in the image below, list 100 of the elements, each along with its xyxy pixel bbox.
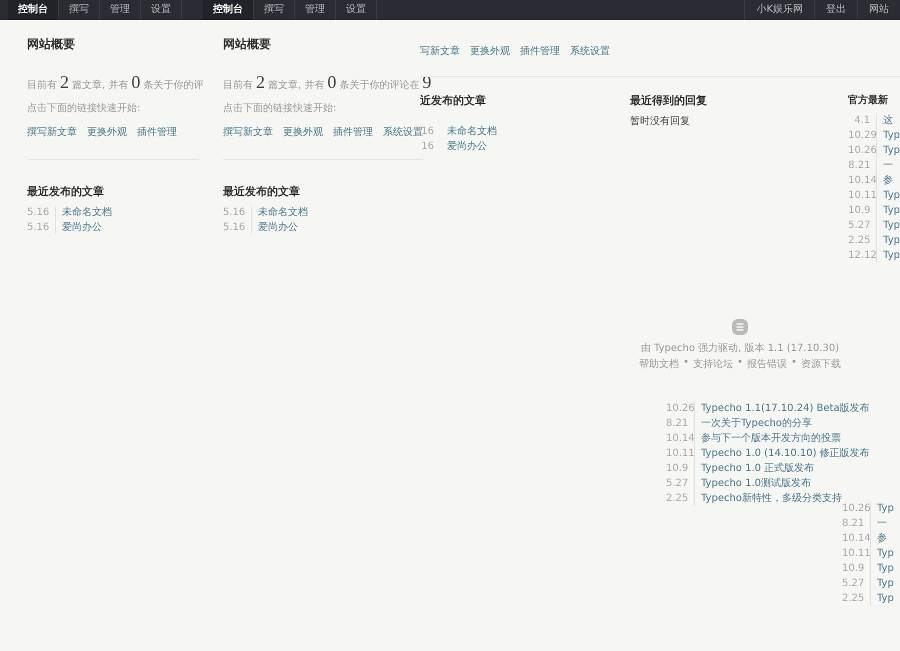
news-date: 10.9 [848,203,878,218]
footer-link[interactable]: 报告错误 [746,357,787,371]
news-date: 12.12 [848,248,878,263]
section-title: 最近发布的文章 [27,184,105,199]
quick-link[interactable]: 写新文章 [420,44,460,58]
news-date: 10.14 [848,173,878,188]
section-title: 最近得到的回复 [630,93,708,108]
news-link[interactable]: Typecho 1.0 (14.10.10) 修正版发布 [701,446,870,461]
nav-tab[interactable]: 控制台 [203,0,254,20]
quick-link[interactable]: 系统设置 [570,44,610,58]
news-link[interactable]: Typ [883,248,900,263]
nav-tab[interactable]: 设置 [141,0,182,20]
quick-link[interactable]: 更换外观 [283,125,323,139]
news-link[interactable]: Typ [883,128,900,143]
post-date: 5.16 [27,205,56,220]
post-link[interactable]: 未命名文档 [447,124,497,139]
news-date: 10.29 [848,128,878,143]
section-title: 网站概要 [223,36,272,53]
news-link[interactable]: 一 [877,516,887,531]
user-link[interactable]: 登出 [814,0,857,20]
news-date: 10.26 [666,401,695,416]
post-link[interactable]: 爱尚办公 [447,139,487,154]
news-link[interactable]: Typ [877,561,894,576]
section-title: 近发布的文章 [420,93,487,108]
quick-link[interactable]: 系统设置 [383,125,423,139]
news-link[interactable]: Typecho 1.1(17.10.24) Beta版发布 [701,401,870,416]
news-date: 8.21 [842,516,871,531]
news-date: 2.25 [842,591,871,606]
powered-by-text: 由 Typecho 强力驱动, 版本 1.1 (17.10.30) [640,342,840,355]
footer-link[interactable]: 帮助文档 [639,357,680,371]
quick-link[interactable]: 插件管理 [137,125,177,139]
news-link[interactable]: 参 [877,531,887,546]
news-link[interactable]: Typ [883,203,900,218]
news-link[interactable]: Typecho 1.0 正式版发布 [701,461,814,476]
news-date: 10.11 [666,446,695,461]
quick-link[interactable]: 更换外观 [470,44,510,58]
news-link[interactable]: 这 [883,113,894,128]
quick-link[interactable]: 撰写新文章 [223,125,273,139]
news-date: 5.27 [666,476,695,491]
quick-link[interactable]: 插件管理 [333,125,373,139]
hint-text: 点击下面的链接快速开始: [223,102,338,115]
post-date: 5.16 [27,220,56,235]
news-date: 10.14 [666,431,695,446]
section-title: 网站概要 [27,36,76,53]
hint-text: 点击下面的链接快速开始: [27,102,142,115]
news-link[interactable]: 参 [883,173,894,188]
section-title: 官方最新 [848,93,890,107]
news-date: 2.25 [848,233,878,248]
nav-tab[interactable]: 管理 [295,0,336,20]
news-link[interactable]: Typ [877,591,894,606]
post-date: 16 [420,140,435,154]
separator-dot: • [790,357,797,370]
news-date: 5.27 [848,218,878,233]
post-date: 5.16 [223,220,252,235]
section-title: 最近发布的文章 [223,184,301,199]
news-link[interactable]: Typ [883,143,900,158]
nav-tab[interactable]: 管理 [100,0,141,20]
news-date: 10.26 [842,501,871,516]
news-date: 10.26 [848,143,878,158]
separator-dot: • [737,357,743,370]
news-date: 10.14 [842,531,871,546]
post-link[interactable]: 未命名文档 [62,205,112,220]
user-link[interactable]: 网站 [857,0,900,20]
news-date: 5.27 [842,576,871,591]
user-link[interactable]: 小K娱乐网 [744,0,814,20]
empty-message: 暂时没有回复 [630,114,692,129]
news-date: 10.11 [848,188,878,203]
news-link[interactable]: Typ [877,576,894,591]
quick-link[interactable]: 插件管理 [520,44,560,58]
news-link[interactable]: Typecho新特性，多级分类支持 [701,491,842,506]
separator-dot: • [683,357,690,370]
news-link[interactable]: Typ [877,546,894,561]
footer-link[interactable]: 支持论坛 [693,357,734,371]
quick-link[interactable]: 撰写新文章 [27,125,77,139]
news-link[interactable]: Typ [883,188,900,203]
news-link[interactable]: Typ [877,501,894,516]
footer-link[interactable]: 资源下载 [800,357,841,371]
post-link[interactable]: 爱尚办公 [258,220,298,235]
news-date: 8.21 [666,416,695,431]
news-link[interactable]: Typ [883,218,900,233]
post-date: 5.16 [223,205,252,220]
news-date: 10.9 [666,461,695,476]
news-date: 8.21 [848,158,878,173]
quick-link[interactable]: 更换外观 [87,125,127,139]
post-link[interactable]: 未命名文档 [258,205,308,220]
news-link[interactable]: 一 [883,158,894,173]
nav-tab[interactable]: 控制台 [8,0,59,20]
news-date: 2.25 [666,491,695,506]
post-date: 16 [421,125,435,139]
logo-icon [732,319,748,335]
news-link[interactable]: 参与下一个版本开发方向的投票 [701,431,841,446]
summary-text: 目前有 2 篇文章, 并有 0 条关于你的评 [27,71,204,94]
nav-tab[interactable]: 设置 [336,0,377,20]
news-link[interactable]: 一次关于Typecho的分享 [701,416,812,431]
news-date: 10.9 [842,561,871,576]
nav-tab[interactable]: 撰写 [59,0,100,20]
news-link[interactable]: Typecho 1.0测试版发布 [701,476,812,491]
nav-tab[interactable]: 撰写 [254,0,295,20]
post-link[interactable]: 爱尚办公 [62,220,102,235]
news-link[interactable]: Typ [883,233,900,248]
